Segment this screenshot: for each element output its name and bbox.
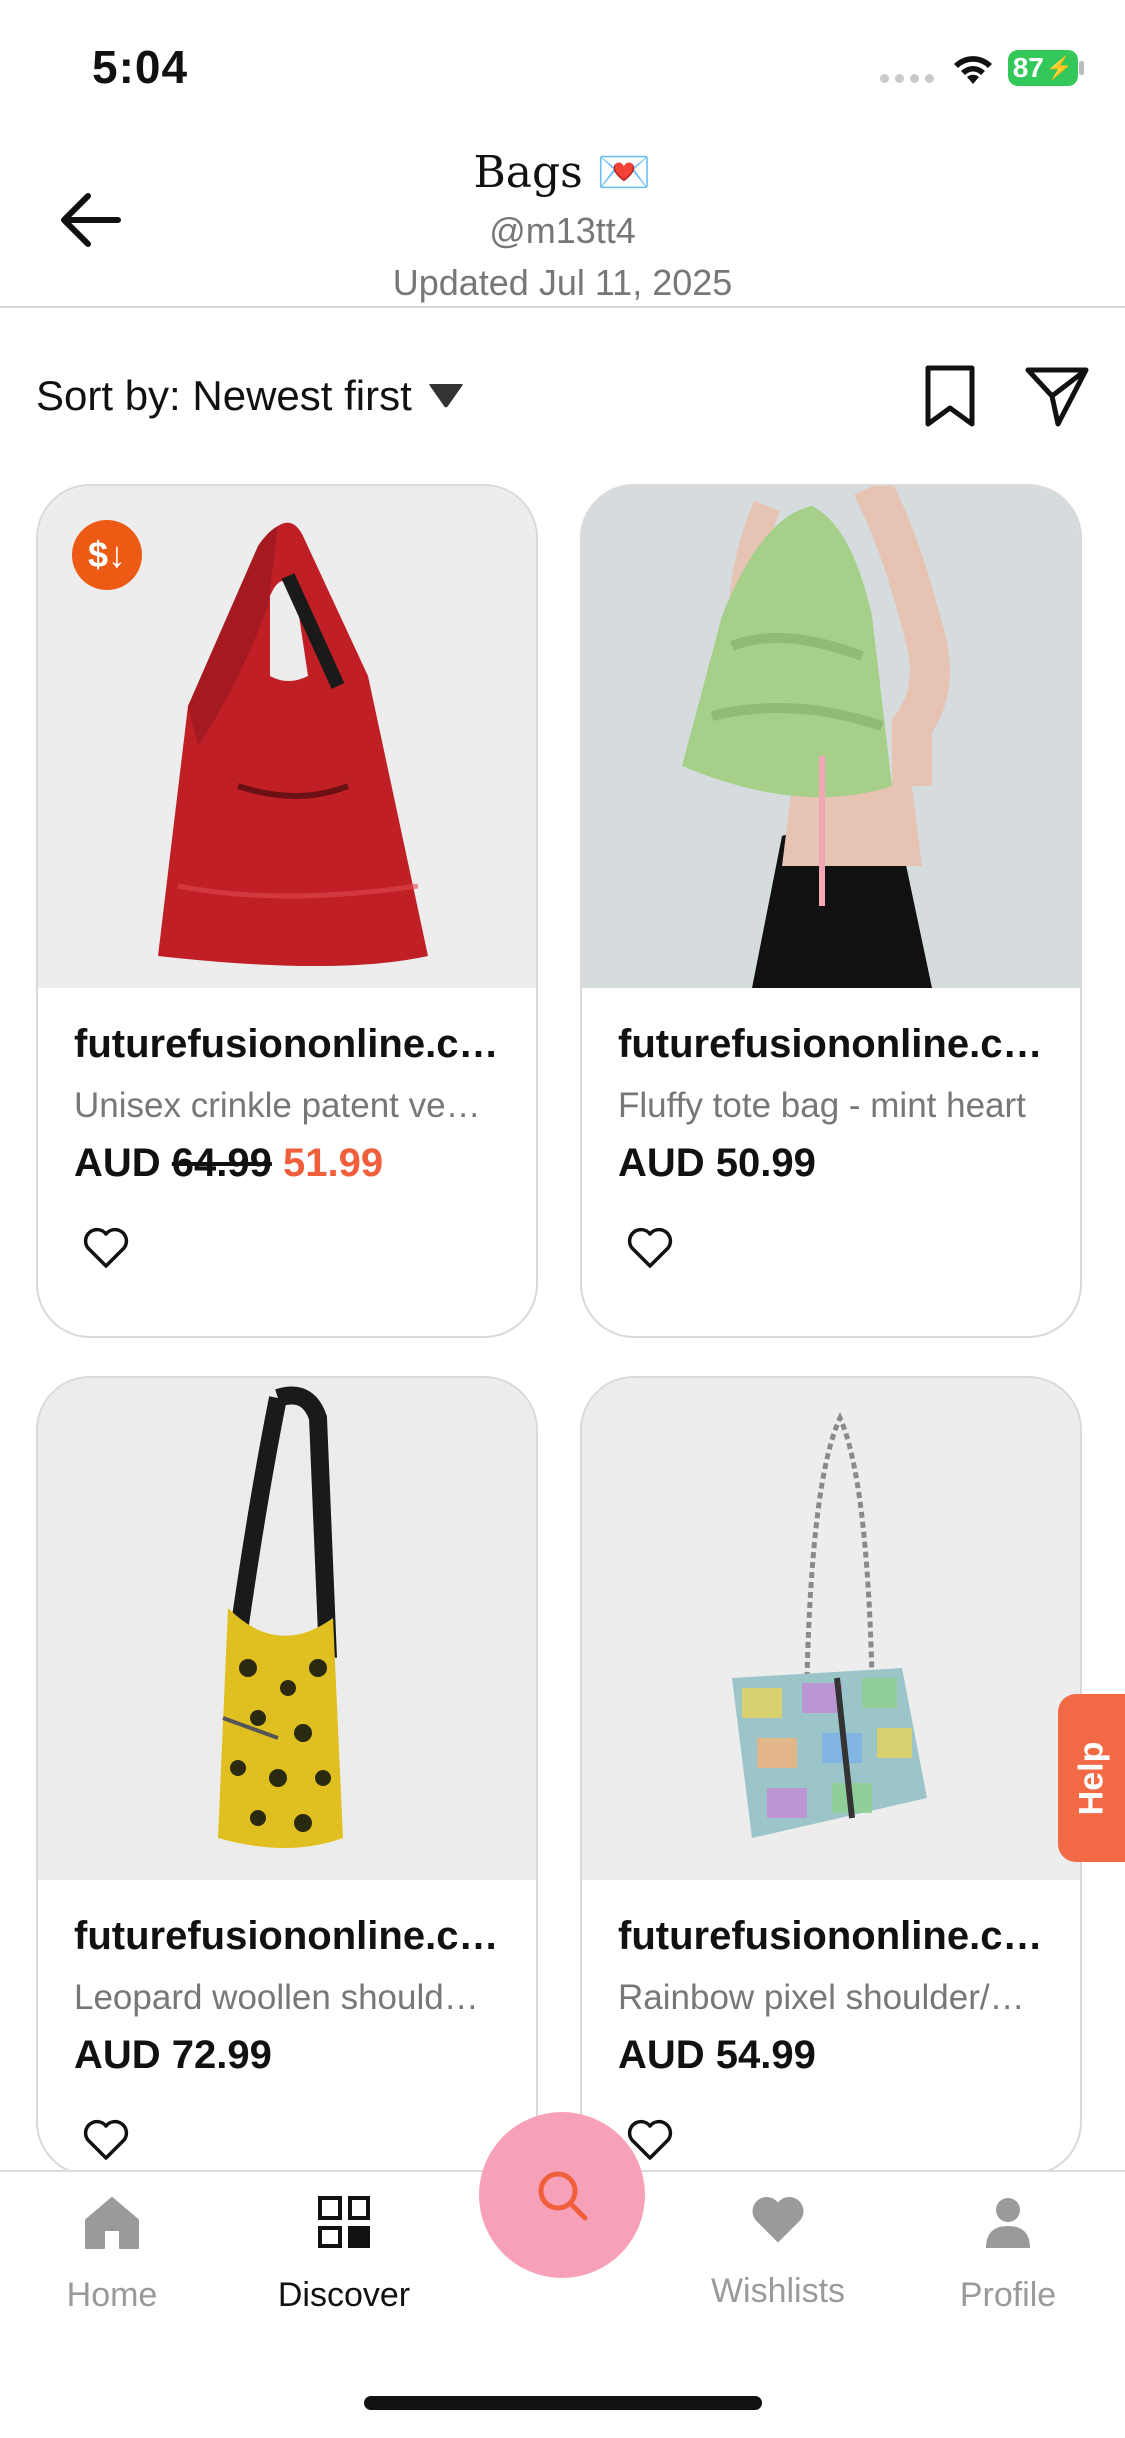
price-currency: AUD [74,1141,161,1185]
store-name: futurefusiononline.com.au [618,1022,1058,1066]
tab-home[interactable]: Home [12,2192,212,2315]
heart-icon[interactable] [626,1226,674,1270]
product-card[interactable]: futurefusiononline.com.au Rainbow pixel … [580,1376,1082,2176]
heart-icon[interactable] [82,2118,130,2162]
caret-down-icon [428,384,463,408]
battery-icon: 87 ⚡ [1008,50,1078,86]
tab-label: Profile [959,2276,1057,2314]
original-price: 64.99 [171,1141,272,1185]
price-drop-badge: $↓ [72,520,142,590]
store-name: futurefusiononline.com.au [74,1022,514,1066]
profile-icon [986,2198,1030,2248]
heart-filled-icon [752,2197,804,2243]
product-image[interactable]: $↓ [38,486,536,988]
product-image[interactable] [582,486,1080,988]
sort-dropdown[interactable]: Sort by: Newest first [36,372,464,420]
rainbow-pixel-bag-image [732,1411,927,1838]
leopard-shoulder-bag-image [218,1386,343,1848]
status-bar: 5:04 87 ⚡ [0,0,1125,120]
discover-grid-icon [318,2196,370,2248]
page-title: Bags 💌 [473,147,652,198]
tab-label: Home [66,2276,158,2314]
store-name: futurefusiononline.com.au [74,1914,514,1958]
tab-discover[interactable]: Discover [244,2192,444,2315]
wifi-icon [954,56,992,84]
cellular-signal-icon [880,74,934,83]
header-divider [0,306,1125,308]
battery-tip [1079,61,1084,75]
home-indicator[interactable] [364,2396,762,2410]
updated-date: Updated Jul 11, 2025 [392,262,733,303]
product-description: Rainbow pixel shoulder/crossbody bag [618,1978,1038,2017]
bookmark-icon[interactable] [920,364,980,428]
product-description: Unisex crinkle patent vegan leather tote [74,1086,494,1125]
owner-handle[interactable]: @m13tt4 [0,210,1125,252]
product-price: AUD 54.99 [618,2033,816,2077]
product-description: Fluffy tote bag - mint heart [618,1086,1026,1125]
product-price: AUD 72.99 [74,2033,272,2077]
sort-label: Sort by: Newest first [36,372,412,419]
product-image[interactable] [38,1378,536,1880]
home-icon [85,2197,139,2249]
heart-icon[interactable] [82,1226,130,1270]
product-card[interactable]: $↓ futurefusiononline.com.au Unisex crin… [36,484,538,1338]
tab-profile[interactable]: Profile [908,2192,1108,2315]
tab-label: Discover [277,2276,411,2314]
status-time: 5:04 [92,41,189,93]
product-card[interactable]: futurefusiononline.com.au Fluffy tote ba… [580,484,1082,1338]
product-price: AUD 50.99 [618,1141,816,1185]
tab-label: Wishlists [710,2272,846,2310]
product-card[interactable]: futurefusiononline.com.au Leopard woolle… [36,1376,538,2176]
green-fluffy-tote-image [682,486,950,988]
product-price: AUD 64.99 51.99 [74,1141,383,1186]
search-button[interactable] [479,2112,645,2278]
store-name: futurefusiononline.com.au [618,1914,1058,1958]
product-description: Leopard woollen shoulder bag [74,1978,494,2017]
battery-level: 87 [1012,52,1044,83]
help-label: Help [1072,1741,1110,1815]
sale-price: 51.99 [283,1141,384,1185]
send-share-icon[interactable] [1024,364,1090,428]
tab-wishlists[interactable]: Wishlists [678,2192,878,2311]
help-tab[interactable]: Help [1058,1694,1125,1862]
product-image[interactable] [582,1378,1080,1880]
search-icon [538,2171,588,2221]
